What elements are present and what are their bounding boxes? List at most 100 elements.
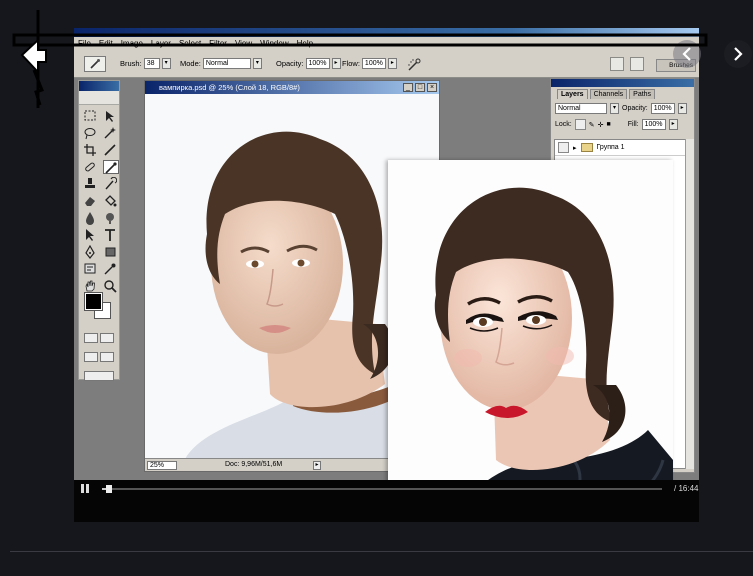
status-menu-arrow[interactable]: ▸	[313, 461, 321, 470]
menu-edit[interactable]: Edit	[99, 39, 113, 48]
mode-select[interactable]: Normal	[202, 58, 251, 69]
type-tool-icon[interactable]	[103, 228, 119, 242]
opacity-dropdown[interactable]: ▸	[331, 58, 341, 69]
layers-palette-title	[551, 79, 694, 87]
lasso-tool-icon[interactable]	[83, 126, 99, 140]
options-bar: Brush: 38 ▾ Mode: Normal ▾ Opacity: 100%…	[74, 50, 699, 78]
crop-tool-icon[interactable]	[83, 143, 99, 157]
path-selection-tool-icon[interactable]	[83, 228, 99, 242]
toolbox	[78, 80, 120, 381]
layer-group-name: Группа 1	[596, 144, 625, 151]
standard-mode-button[interactable]	[84, 333, 98, 343]
previous-image-button[interactable]	[673, 40, 701, 68]
after-photo[interactable]	[388, 160, 673, 522]
notes-tool-icon[interactable]	[83, 262, 99, 276]
shape-tool-icon[interactable]	[103, 245, 119, 259]
move-tool-icon[interactable]	[103, 109, 119, 123]
expand-triangle-icon[interactable]: ▸	[573, 144, 577, 152]
lock-brush-icon[interactable]: ✎	[589, 121, 595, 129]
menu-help[interactable]: Help	[297, 39, 313, 48]
bottom-divider	[10, 551, 753, 552]
jump-to-imageready-button[interactable]	[84, 371, 114, 381]
mode-dropdown[interactable]: ▾	[252, 58, 262, 69]
flow-field[interactable]: 100%	[361, 58, 386, 69]
image-viewer: File Edit Image Layer Select Filter View…	[0, 0, 753, 576]
chevron-right-icon	[734, 47, 743, 61]
layer-blend-select[interactable]: Normal	[555, 103, 607, 114]
layer-row[interactable]: ▸ Группа 1	[555, 140, 685, 156]
next-image-button[interactable]	[724, 40, 752, 68]
clone-stamp-tool-icon[interactable]	[83, 177, 99, 191]
close-icon[interactable]: ×	[427, 83, 437, 92]
file-browser-icon[interactable]	[610, 57, 624, 71]
pen-tool-icon[interactable]	[83, 244, 99, 259]
tool-grid	[79, 105, 119, 297]
opacity-label: Opacity:	[276, 59, 304, 68]
layer-opacity-field[interactable]: 100%	[650, 103, 675, 114]
brush-dropdown[interactable]: ▾	[161, 58, 171, 69]
eyedropper-tool-icon[interactable]	[103, 262, 119, 276]
video-frame[interactable]: File Edit Image Layer Select Filter View…	[74, 28, 699, 522]
zoom-field[interactable]: 25%	[147, 461, 177, 470]
doc-size-info: Doc: 9,96M/51,6M	[225, 461, 283, 468]
eraser-tool-icon[interactable]	[83, 194, 99, 208]
brush-tool-icon[interactable]	[103, 160, 119, 174]
mode-label: Mode:	[180, 59, 201, 68]
slice-tool-icon[interactable]	[103, 143, 119, 157]
menu-image[interactable]: Image	[121, 39, 143, 48]
layer-opacity-label: Opacity:	[622, 105, 648, 112]
flow-group: Flow: 100% ▸	[342, 58, 397, 69]
marquee-tool-icon[interactable]	[83, 109, 99, 123]
fill-field[interactable]: 100%	[641, 119, 666, 130]
visibility-icon[interactable]	[558, 142, 569, 153]
flow-dropdown[interactable]: ▸	[387, 58, 397, 69]
opacity-group: Opacity: 100% ▸	[276, 58, 341, 69]
menu-select[interactable]: Select	[179, 39, 201, 48]
photoshop-window: File Edit Image Layer Select Filter View…	[74, 28, 699, 522]
ps-menubar: File Edit Image Layer Select Filter View…	[74, 37, 699, 50]
brush-group: Brush: 38 ▾	[120, 58, 171, 69]
layers-scrollbar[interactable]	[685, 139, 694, 469]
video-seek-handle[interactable]	[106, 485, 112, 493]
minimize-icon[interactable]: _	[403, 83, 413, 92]
paint-bucket-tool-icon[interactable]	[103, 194, 119, 208]
pause-icon[interactable]	[80, 484, 90, 493]
zoom-tool-icon[interactable]	[103, 279, 119, 293]
healing-brush-tool-icon[interactable]	[83, 160, 99, 174]
palette-icon[interactable]	[630, 57, 644, 71]
layer-lock-row: Lock: ✎ ✛ ■ Fill: 100% ▸	[555, 119, 678, 130]
lock-move-icon[interactable]: ✛	[598, 121, 604, 129]
menu-view[interactable]: View	[235, 39, 252, 48]
document-title: вампирка.psd @ 25% (Слой 18, RGB/8#)	[159, 83, 300, 92]
layer-opacity-arrow[interactable]: ▸	[677, 103, 687, 114]
lock-label: Lock:	[555, 121, 572, 128]
flow-label: Flow:	[342, 59, 360, 68]
tab-paths[interactable]: Paths	[629, 89, 656, 99]
screen-mode-full-button[interactable]	[100, 352, 114, 362]
mode-group: Mode: Normal ▾	[180, 58, 262, 69]
hand-tool-icon[interactable]	[83, 279, 99, 293]
tab-channels[interactable]: Channels	[589, 89, 628, 99]
screen-mode-standard-button[interactable]	[84, 352, 98, 362]
magic-wand-tool-icon[interactable]	[103, 126, 119, 140]
history-brush-tool-icon[interactable]	[103, 176, 119, 191]
menu-window[interactable]: Window	[260, 39, 288, 48]
brush-size-field[interactable]: 38	[143, 58, 160, 69]
foreground-color-swatch[interactable]	[84, 292, 103, 311]
menu-layer[interactable]: Layer	[151, 39, 171, 48]
lock-transparency-icon[interactable]	[574, 119, 586, 130]
lock-all-icon[interactable]: ■	[606, 121, 610, 128]
blur-tool-icon[interactable]	[83, 211, 99, 225]
menu-filter[interactable]: Filter	[209, 39, 227, 48]
dodge-tool-icon[interactable]	[103, 211, 119, 225]
maximize-icon[interactable]: □	[415, 83, 425, 92]
quickmask-mode-button[interactable]	[100, 333, 114, 343]
video-controls: / 16:44	[74, 480, 699, 522]
menu-file[interactable]: File	[78, 39, 91, 48]
video-seek-track[interactable]	[102, 488, 662, 490]
fill-arrow[interactable]: ▸	[668, 119, 678, 130]
layer-blend-dropdown[interactable]: ▾	[610, 103, 619, 114]
opacity-field[interactable]: 100%	[305, 58, 330, 69]
tab-layers[interactable]: Layers	[557, 89, 588, 99]
airbrush-icon[interactable]	[406, 57, 422, 73]
